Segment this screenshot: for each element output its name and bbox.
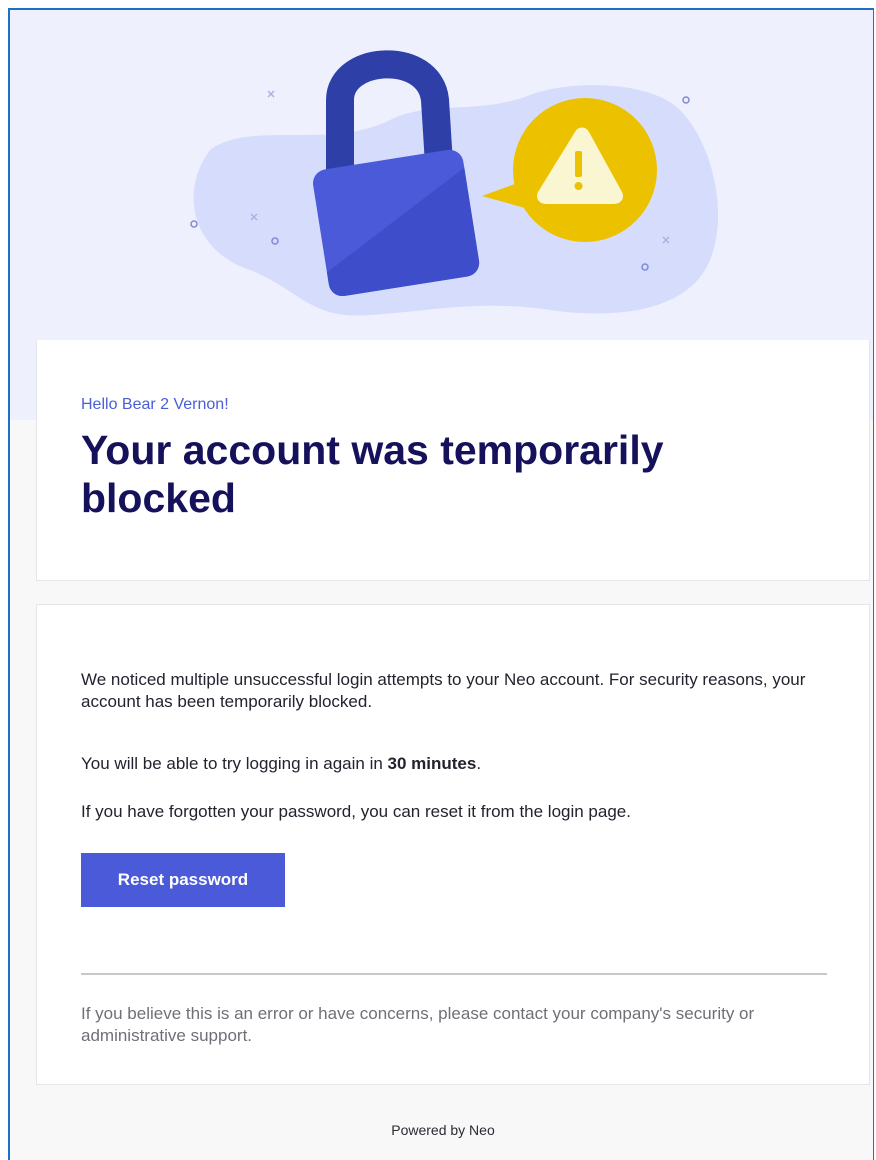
body-paragraph-attempts: We noticed multiple unsuccessful login a… [81,670,806,711]
header-card: Hello Bear 2 Vernon! Your account was te… [36,340,870,581]
sparkle-dot [682,96,690,104]
greeting-text: Hello Bear 2 Vernon! [81,396,229,413]
body-paragraph-reset: If you have forgotten your password, you… [81,802,631,821]
message-card: We noticed multiple unsuccessful login a… [36,604,870,1085]
divider [81,973,827,975]
retry-text-end: . [476,754,482,773]
retry-text: You will be able to try logging in again… [81,754,388,773]
page-title: Your account was temporarily blocked [81,427,664,521]
email-frame: Hello Bear 2 Vernon! Your account was te… [8,8,874,1160]
retry-duration: 30 minutes [387,754,477,773]
support-footnote: If you believe this is an error or have … [81,1004,755,1045]
powered-by-footer: Powered by Neo [391,1122,495,1138]
body-paragraph-retry: You will be able to try logging in again… [81,753,841,775]
reset-password-button[interactable]: Reset password [81,853,285,907]
padlock-icon [313,50,480,297]
sparkle-dot [190,220,198,228]
